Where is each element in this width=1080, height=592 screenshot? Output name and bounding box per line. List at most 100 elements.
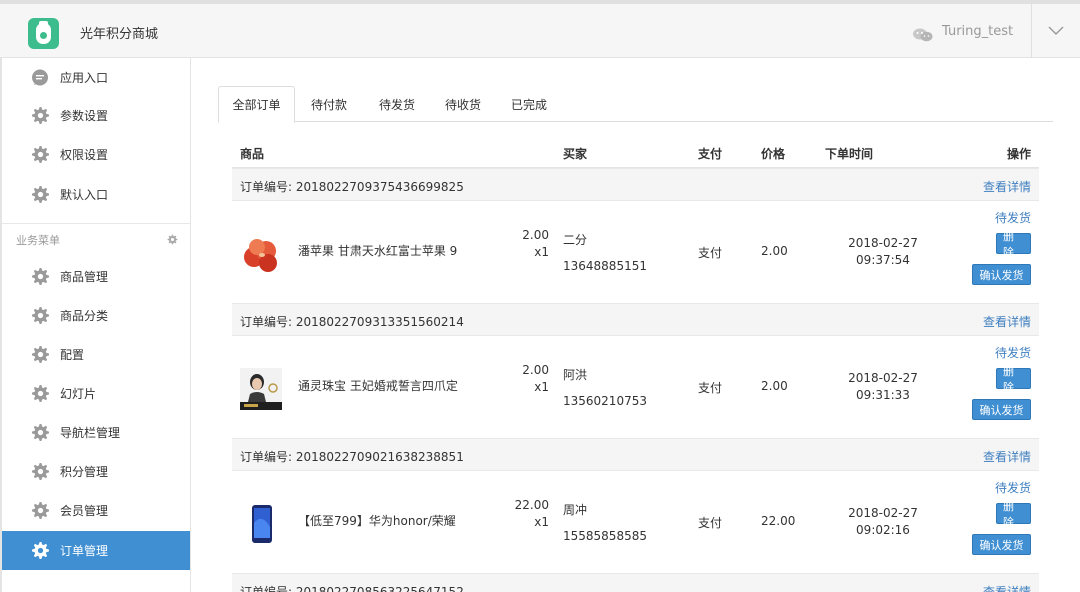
product-image: [240, 233, 282, 275]
user-menu-toggle[interactable]: [1032, 4, 1080, 58]
header-product: 商品: [240, 147, 265, 161]
gear-icon: [30, 423, 50, 443]
gear-icon: [30, 384, 50, 404]
product-name[interactable]: 通灵珠宝 王妃婚戒誓言四爪定: [298, 377, 458, 394]
tab-all-orders[interactable]: 全部订单: [218, 86, 295, 123]
tab-pending-shipment[interactable]: 待发货: [366, 86, 428, 122]
confirm-ship-button[interactable]: 确认发货: [972, 399, 1031, 420]
sidebar-item-label: 权限设置: [60, 148, 109, 162]
sidebar-item-label: 商品分类: [60, 309, 109, 323]
unit-price-qty: 2.00 x1: [522, 362, 549, 396]
order-number: 订单编号: 2018022708563225647152: [240, 585, 464, 592]
order-status: 待发货: [994, 346, 1031, 360]
order-amount: 2.00: [761, 244, 788, 258]
sidebar-item-navbar[interactable]: 导航栏管理: [2, 413, 190, 452]
table-row: 通灵珠宝 王妃婚戒誓言四爪定 2.00 x1 阿洪 13560210753 支付…: [232, 336, 1039, 438]
gear-icon: [30, 501, 50, 521]
order-clock: 09:02:16: [856, 523, 910, 537]
payment-status: 支付: [698, 246, 723, 260]
order-amount: 22.00: [761, 514, 796, 528]
header-buyer: 买家: [563, 147, 588, 161]
order-date: 2018-02-27: [848, 236, 918, 250]
tab-completed[interactable]: 已完成: [498, 86, 560, 122]
sidebar-item-label: 幻灯片: [60, 387, 97, 401]
quantity: x1: [534, 380, 549, 394]
product-name[interactable]: 【低至799】华为honor/荣耀: [298, 512, 456, 529]
sidebar-item-label: 积分管理: [60, 465, 109, 479]
sidebar-item-label: 应用入口: [60, 71, 109, 85]
order-tabs: 全部订单 待付款 待发货 待收货 已完成: [218, 86, 1053, 123]
unit-price-qty: 22.00 x1: [515, 497, 549, 531]
sidebar-item-points[interactable]: 积分管理: [2, 452, 190, 491]
gear-icon: [30, 345, 50, 365]
sidebar-item-slides[interactable]: 幻灯片: [2, 374, 190, 413]
section-label: 业务菜单: [16, 233, 60, 247]
sidebar-item-params[interactable]: 参数设置: [2, 96, 190, 135]
view-details-link[interactable]: 查看详情: [983, 448, 1031, 465]
quantity: x1: [534, 515, 549, 529]
delete-button[interactable]: 删除: [996, 500, 1031, 529]
order-header: 订单编号: 2018022709313351560214 查看详情: [232, 303, 1039, 336]
delete-button[interactable]: 删除: [996, 365, 1031, 394]
sidebar-item-members[interactable]: 会员管理: [2, 491, 190, 530]
order-date: 2018-02-27: [848, 506, 918, 520]
gear-icon: [30, 106, 50, 126]
sidebar-item-label: 导航栏管理: [60, 426, 121, 440]
order-status: 待发货: [994, 211, 1031, 225]
tab-pending-payment[interactable]: 待付款: [298, 86, 360, 122]
wechat-icon: [913, 28, 933, 42]
sidebar-item-products[interactable]: 商品管理: [2, 257, 190, 296]
buyer-phone: 13648885151: [563, 259, 647, 273]
chat-bubble-icon: [30, 68, 50, 88]
order-header: 订单编号: 2018022708563225647152 查看详情: [232, 573, 1039, 592]
order-amount: 2.00: [761, 379, 788, 393]
order-clock: 09:37:54: [856, 253, 910, 267]
payment-status: 支付: [698, 516, 723, 530]
buyer-name: 阿洪: [563, 368, 588, 382]
view-details-link[interactable]: 查看详情: [983, 313, 1031, 330]
product-name[interactable]: 潘苹果 甘肃天水红富士苹果 9: [298, 242, 457, 259]
sidebar-item-label: 商品管理: [60, 270, 109, 284]
order-number: 订单编号: 2018022709375436699825: [240, 180, 464, 194]
header-price: 价格: [761, 147, 786, 161]
confirm-ship-button[interactable]: 确认发货: [972, 264, 1031, 285]
gear-icon[interactable]: [167, 234, 178, 248]
sidebar-item-permissions[interactable]: 权限设置: [2, 135, 190, 174]
sidebar-item-default-entry[interactable]: 默认入口: [2, 175, 190, 214]
sidebar-item-categories[interactable]: 商品分类: [2, 296, 190, 335]
order-time: 2018-02-27 09:31:33: [838, 370, 928, 404]
confirm-ship-button[interactable]: 确认发货: [972, 534, 1031, 555]
payment-status: 支付: [698, 381, 723, 395]
order-time: 2018-02-27 09:02:16: [838, 505, 928, 539]
view-details-link[interactable]: 查看详情: [983, 583, 1031, 592]
sidebar-item-label: 默认入口: [60, 188, 109, 202]
unit-price-qty: 2.00 x1: [522, 227, 549, 261]
buyer-phone: 15585858585: [563, 529, 647, 543]
buyer-info: 阿洪 13560210753: [563, 362, 647, 414]
gear-icon: [30, 185, 50, 205]
chevron-down-icon: [1048, 26, 1064, 35]
buyer-name: 周冲: [563, 503, 588, 517]
buyer-info: 周冲 15585858585: [563, 497, 647, 549]
sidebar-item-config[interactable]: 配置: [2, 335, 190, 374]
sidebar: 应用入口 参数设置 权限设置 默认入口 业务菜单 商品管理 商品分类 配置 幻灯…: [0, 58, 191, 592]
header-action: 操作: [1006, 147, 1031, 161]
table-header: 商品 买家 支付 价格 下单时间 操作: [232, 136, 1039, 168]
gear-icon: [30, 462, 50, 482]
money-bag-icon: [28, 18, 59, 49]
gear-icon: [30, 145, 50, 165]
order-date: 2018-02-27: [848, 371, 918, 385]
sidebar-item-orders[interactable]: 订单管理: [2, 531, 190, 570]
header-time: 下单时间: [825, 147, 874, 161]
buyer-info: 二分 13648885151: [563, 227, 647, 279]
header-pay: 支付: [698, 147, 723, 161]
username[interactable]: Turing_test: [942, 24, 1013, 39]
delete-button[interactable]: 删除: [996, 230, 1031, 259]
gear-icon: [30, 267, 50, 287]
order-header: 订单编号: 2018022709375436699825 查看详情: [232, 168, 1039, 201]
tab-pending-receipt[interactable]: 待收货: [432, 86, 494, 122]
unit-price: 22.00: [514, 498, 549, 512]
sidebar-item-app-entry[interactable]: 应用入口: [2, 58, 190, 97]
view-details-link[interactable]: 查看详情: [983, 178, 1031, 195]
order-number: 订单编号: 2018022709021638238851: [240, 450, 464, 464]
